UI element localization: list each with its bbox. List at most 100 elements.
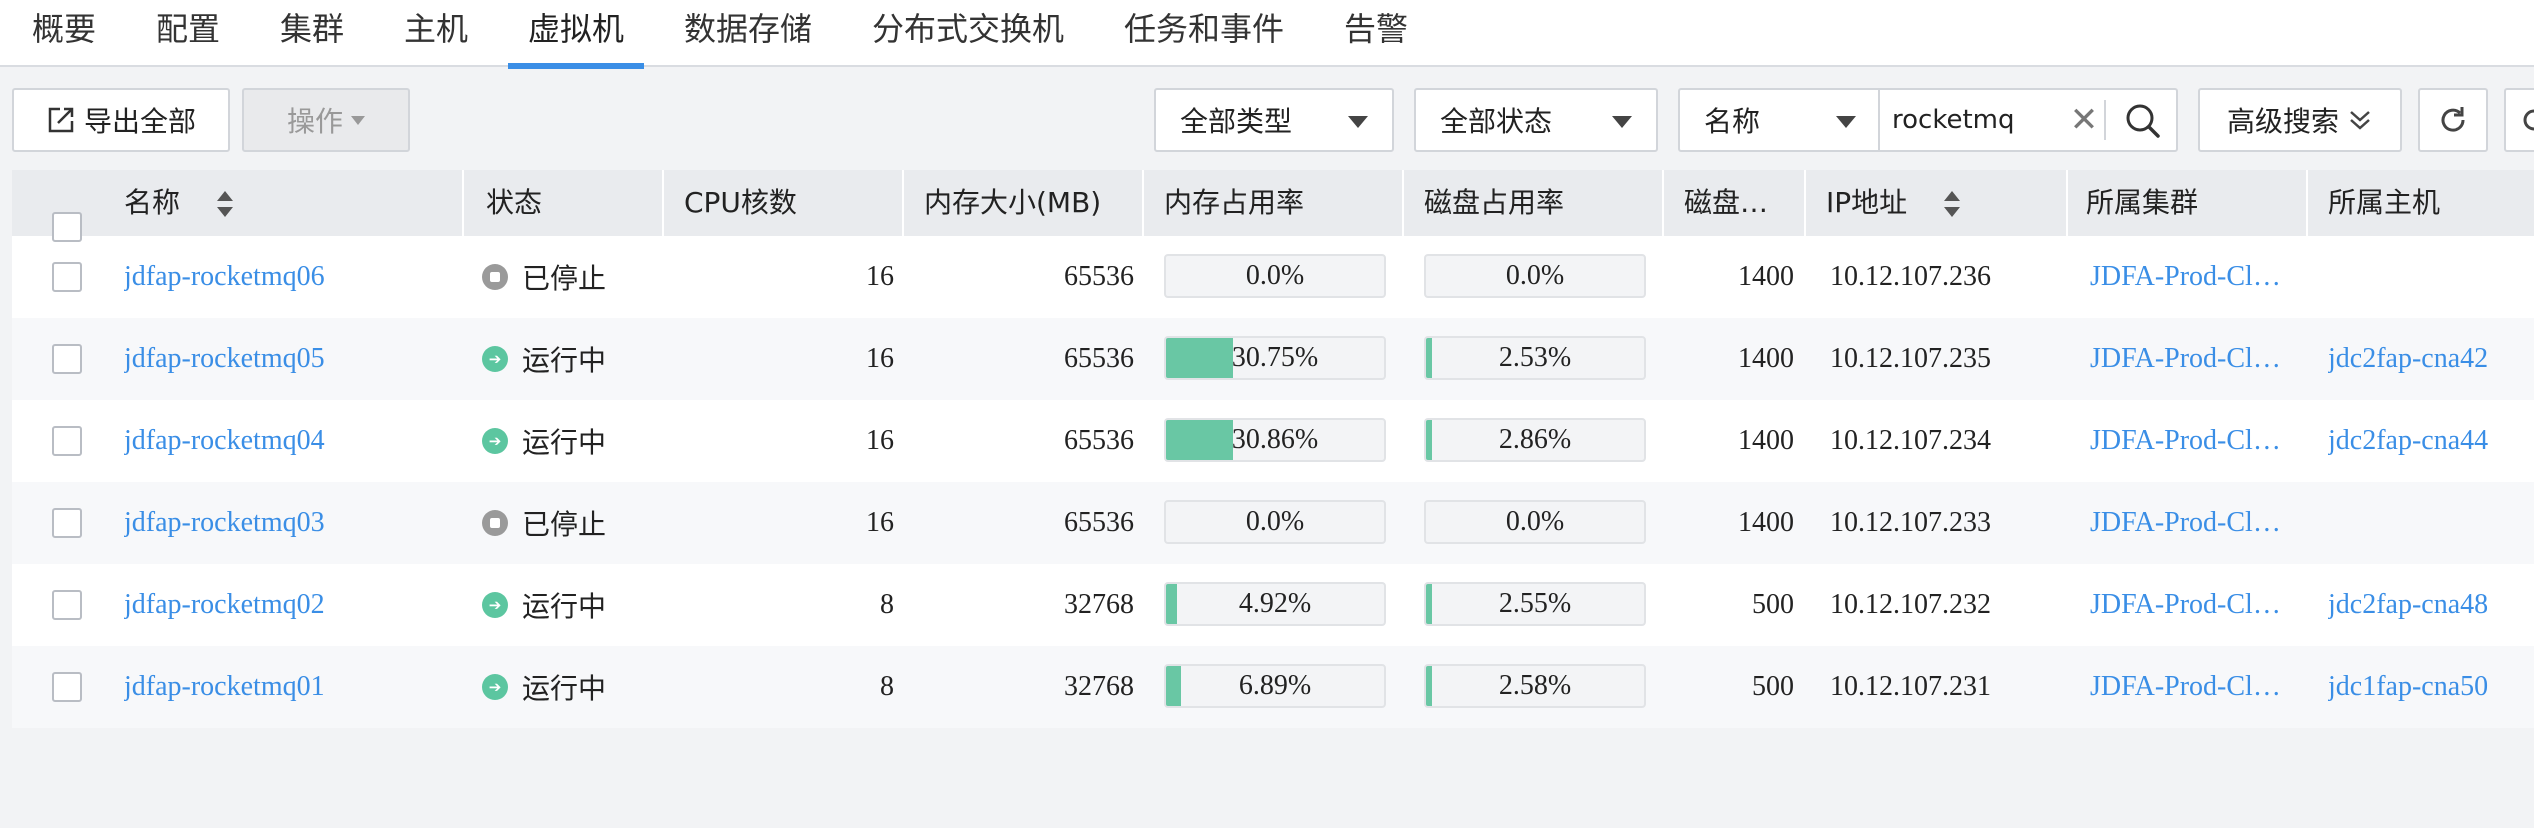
cpu-cell: 16 <box>866 425 894 456</box>
caret-down-icon <box>1612 116 1632 128</box>
table-row[interactable]: jdfap-rocketmq05 运行中 16 65536 30.75% 2.5… <box>12 318 2534 400</box>
tab-host[interactable]: 主机 <box>404 0 468 67</box>
status-cell: 运行中 <box>482 400 606 482</box>
row-checkbox[interactable] <box>52 426 82 456</box>
vm-name-link[interactable]: jdfap-rocketmq06 <box>124 236 325 318</box>
memory-cell: 65536 <box>1064 261 1134 292</box>
col-name-label: 名称 <box>124 186 181 219</box>
double-chevron-down-icon <box>2350 111 2370 130</box>
tab-tasks-events[interactable]: 任务和事件 <box>1124 0 1284 67</box>
row-checkbox[interactable] <box>52 590 82 620</box>
status-text: 运行中 <box>522 344 607 377</box>
col-name[interactable]: 名称 <box>124 170 235 236</box>
col-status[interactable]: 状态 <box>486 170 542 236</box>
col-mem-usage[interactable]: 内存占用率 <box>1164 170 1304 236</box>
ip-cell: 10.12.107.233 <box>1830 507 1991 538</box>
mem-usage-bar: 6.89% <box>1164 664 1386 708</box>
vm-name-link[interactable]: jdfap-rocketmq03 <box>124 482 325 564</box>
memory-cell: 32768 <box>1064 671 1134 702</box>
memory-cell: 65536 <box>1064 343 1134 374</box>
col-divider <box>1804 170 1806 236</box>
table-row[interactable]: jdfap-rocketmq02 运行中 8 32768 4.92% 2.55%… <box>12 564 2534 646</box>
mem-usage-text: 0.0% <box>1245 260 1305 291</box>
col-cluster[interactable]: 所属集群 <box>2086 170 2198 236</box>
tab-config[interactable]: 配置 <box>156 0 220 67</box>
tab-cluster[interactable]: 集群 <box>280 0 344 67</box>
tab-dvswitch[interactable]: 分布式交换机 <box>872 0 1064 67</box>
col-disk-usage[interactable]: 磁盘占用率 <box>1424 170 1564 236</box>
vm-name-link[interactable]: jdfap-rocketmq04 <box>124 400 325 482</box>
host-link[interactable]: jdc2fap-cna42 <box>2328 318 2488 400</box>
table-row[interactable]: jdfap-rocketmq03 已停止 16 65536 0.0% 0.0% … <box>12 482 2534 564</box>
row-checkbox[interactable] <box>52 262 82 292</box>
status-filter-value: 全部状态 <box>1440 105 1553 138</box>
status-cell: 运行中 <box>482 646 606 728</box>
host-link[interactable]: jdc1fap-cna50 <box>2328 646 2488 728</box>
search-field-select[interactable]: 名称 <box>1680 90 1880 150</box>
table-row[interactable]: jdfap-rocketmq04 运行中 16 65536 30.86% 2.8… <box>12 400 2534 482</box>
col-memory[interactable]: 内存大小(MB) <box>924 170 1101 236</box>
col-ip-label: IP地址 <box>1826 186 1908 219</box>
vm-name-link[interactable]: jdfap-rocketmq02 <box>124 564 325 646</box>
table-row[interactable]: jdfap-rocketmq01 运行中 8 32768 6.89% 2.58%… <box>12 646 2534 728</box>
tab-alarms[interactable]: 告警 <box>1344 0 1408 67</box>
memory-cell: 65536 <box>1064 425 1134 456</box>
disk-usage-text: 0.0% <box>1505 260 1565 291</box>
running-icon <box>482 346 508 372</box>
search-input[interactable] <box>1892 98 2052 142</box>
cluster-link[interactable]: JDFA-Prod-Cl… <box>2090 646 2281 728</box>
cluster-link[interactable]: JDFA-Prod-Cl… <box>2090 482 2281 564</box>
advanced-search-button[interactable]: 高级搜索 <box>2198 88 2402 152</box>
caret-down-icon <box>1348 116 1368 128</box>
col-host[interactable]: 所属主机 <box>2328 170 2440 236</box>
status-text: 已停止 <box>522 262 607 295</box>
col-divider <box>1142 170 1144 236</box>
status-text: 运行中 <box>522 590 607 623</box>
table-row[interactable]: jdfap-rocketmq06 已停止 16 65536 0.0% 0.0% … <box>12 236 2534 318</box>
memory-cell: 32768 <box>1064 589 1134 620</box>
clear-icon[interactable]: ✕ <box>2064 100 2104 140</box>
cpu-cell: 16 <box>866 261 894 292</box>
tab-overview[interactable]: 概要 <box>32 0 96 67</box>
disk-usage-bar: 0.0% <box>1424 254 1646 298</box>
row-checkbox[interactable] <box>52 508 82 538</box>
cluster-link[interactable]: JDFA-Prod-Cl… <box>2090 400 2281 482</box>
settings-button[interactable] <box>2504 88 2534 152</box>
host-link[interactable]: jdc2fap-cna48 <box>2328 564 2488 646</box>
tab-datastore[interactable]: 数据存储 <box>684 0 812 67</box>
cluster-link[interactable]: JDFA-Prod-Cl… <box>2090 236 2281 318</box>
row-checkbox[interactable] <box>52 672 82 702</box>
row-checkbox[interactable] <box>52 344 82 374</box>
status-filter-select[interactable]: 全部状态 <box>1414 88 1658 152</box>
col-cpu[interactable]: CPU核数 <box>684 170 797 236</box>
mem-usage-bar: 0.0% <box>1164 500 1386 544</box>
col-divider <box>1662 170 1664 236</box>
host-link[interactable]: jdc2fap-cna44 <box>2328 400 2488 482</box>
running-icon <box>482 674 508 700</box>
operate-button[interactable]: 操作 <box>242 88 410 152</box>
cluster-link[interactable]: JDFA-Prod-Cl… <box>2090 318 2281 400</box>
disk-cell: 1400 <box>1738 343 1794 374</box>
ip-cell: 10.12.107.235 <box>1830 343 1991 374</box>
disk-usage-bar: 0.0% <box>1424 500 1646 544</box>
col-divider <box>2306 170 2308 236</box>
col-divider <box>902 170 904 236</box>
col-disk[interactable]: 磁盘… <box>1684 170 1768 236</box>
vm-name-link[interactable]: jdfap-rocketmq01 <box>124 646 325 728</box>
status-cell: 已停止 <box>482 482 606 564</box>
search-icon[interactable] <box>2116 98 2168 142</box>
tab-vm[interactable]: 虚拟机 <box>507 0 645 69</box>
disk-usage-bar: 2.53% <box>1424 336 1646 380</box>
col-ip[interactable]: IP地址 <box>1826 170 1962 236</box>
refresh-button[interactable] <box>2418 88 2488 152</box>
caret-down-icon <box>351 115 365 125</box>
status-cell: 运行中 <box>482 318 606 400</box>
type-filter-select[interactable]: 全部类型 <box>1154 88 1394 152</box>
disk-usage-bar: 2.86% <box>1424 418 1646 462</box>
export-all-button[interactable]: 导出全部 <box>12 88 230 152</box>
cluster-link[interactable]: JDFA-Prod-Cl… <box>2090 564 2281 646</box>
type-filter-value: 全部类型 <box>1180 105 1293 138</box>
advanced-search-label: 高级搜索 <box>2226 105 2339 138</box>
vm-name-link[interactable]: jdfap-rocketmq05 <box>124 318 325 400</box>
disk-cell: 500 <box>1752 671 1794 702</box>
